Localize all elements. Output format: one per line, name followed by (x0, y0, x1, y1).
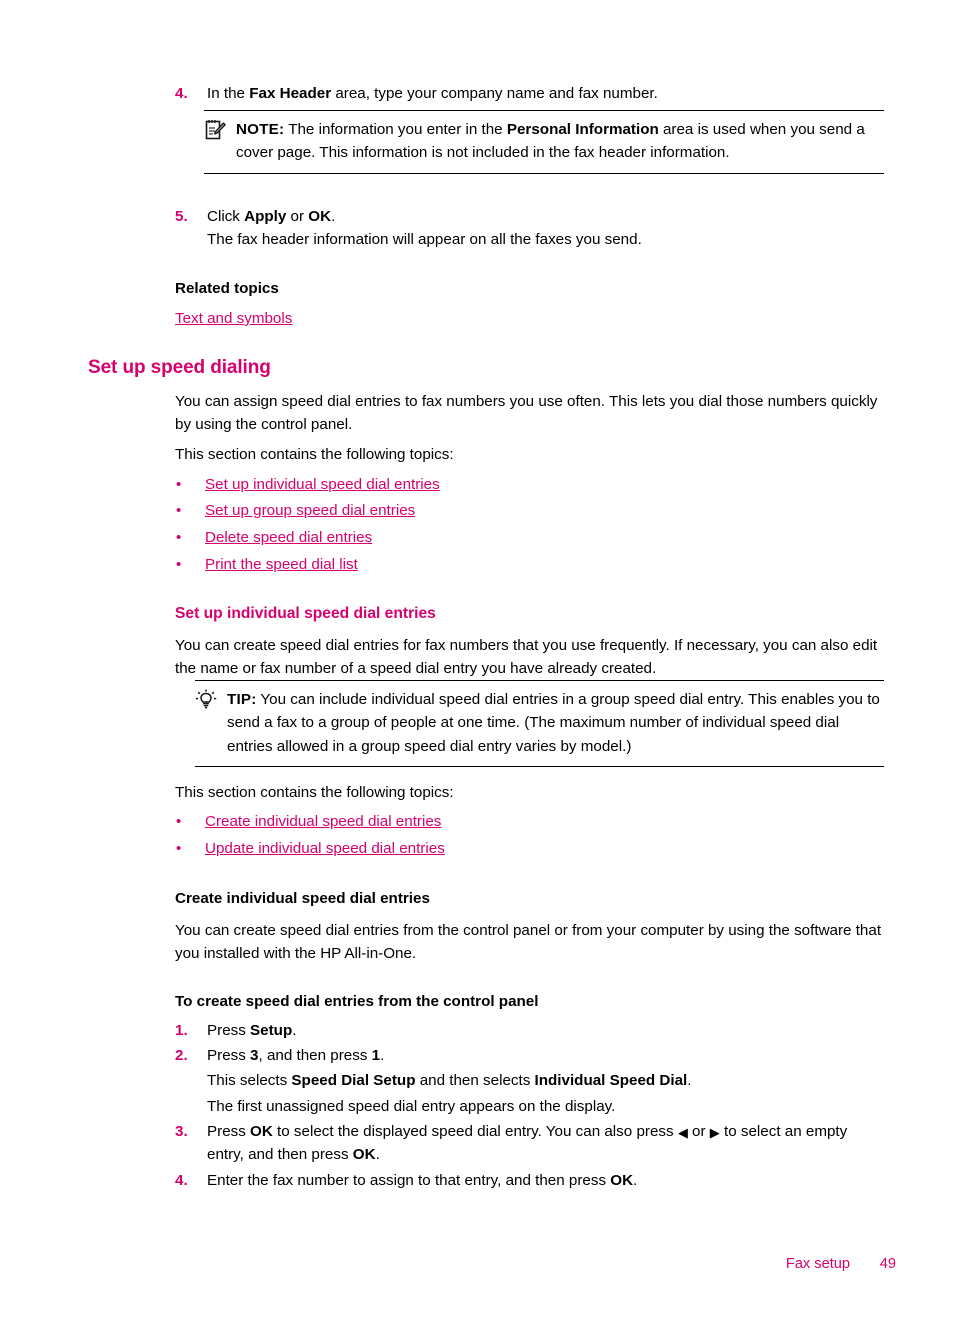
subsection-toc-lead: This section contains the following topi… (175, 784, 454, 801)
list-item: • Update individual speed dial entries (175, 837, 885, 860)
link-set-up-individual-speed-dial-entries[interactable]: Set up individual speed dial entries (205, 476, 440, 493)
step-text: Press OK to select the displayed speed d… (207, 1123, 848, 1164)
link-text-and-symbols[interactable]: Text and symbols (175, 310, 292, 327)
related-topics-heading: Related topics (175, 280, 279, 297)
step-number: 3. (175, 1123, 188, 1140)
bullet-icon: • (176, 476, 182, 493)
step-number: 4. (175, 85, 188, 102)
tip-rule-bottom (195, 766, 884, 768)
section-toc-lead: This section contains the following topi… (175, 446, 454, 463)
page-title-set-up-speed-dialing: Set up speed dialing (88, 357, 271, 378)
lightbulb-icon (195, 689, 217, 711)
step-text: Enter the fax number to assign to that e… (207, 1172, 638, 1189)
list-item: • Create individual speed dial entries (175, 810, 885, 833)
footer-page-number: 49 (879, 1256, 896, 1272)
note-body: The information you enter in the Persona… (236, 121, 865, 162)
link-update-individual-speed-dial-entries[interactable]: Update individual speed dial entries (205, 840, 445, 857)
bullet-icon: • (176, 556, 182, 573)
step-number: 5. (175, 208, 188, 225)
list-item: • Set up group speed dial entries (175, 499, 885, 522)
tip-text: TIP: You can include individual speed di… (227, 688, 884, 758)
note-admonition: NOTE: The information you enter in the P… (204, 110, 884, 174)
link-delete-speed-dial-entries[interactable]: Delete speed dial entries (205, 529, 372, 546)
tip-label: TIP: (227, 691, 257, 708)
page-footer: Fax setup 49 (0, 1256, 954, 1278)
step-item-4: 4. In the Fax Header area, type your com… (175, 82, 887, 105)
bullet-icon: • (176, 813, 182, 830)
step-number: 2. (175, 1047, 188, 1064)
section-intro-paragraph: You can assign speed dial entries to fax… (175, 393, 878, 434)
tip-admonition: TIP: You can include individual speed di… (195, 680, 884, 768)
bullet-icon: • (176, 529, 182, 546)
step-text: Press 3, and then press 1. (207, 1047, 385, 1064)
procedure-step-1: 1. Press Setup. (175, 1019, 887, 1042)
procedure-step-2-detail-a: This selects Speed Dial Setup and then s… (207, 1072, 692, 1089)
step-text: In the Fax Header area, type your compan… (207, 85, 658, 102)
step-number: 4. (175, 1172, 188, 1189)
subsection-intro-paragraph: You can create speed dial entries for fa… (175, 637, 878, 678)
note-pad-pencil-icon (204, 119, 226, 141)
step-item-5: 5. Click Apply or OK. (175, 205, 887, 228)
procedure-step-2: 2. Press 3, and then press 1. (175, 1044, 887, 1067)
subsection-heading-set-up-individual-speed-dial-entries: Set up individual speed dial entries (175, 605, 436, 622)
list-item: • Delete speed dial entries (175, 526, 885, 549)
link-create-individual-speed-dial-entries[interactable]: Create individual speed dial entries (205, 813, 441, 830)
link-print-the-speed-dial-list[interactable]: Print the speed dial list (205, 556, 358, 573)
related-topics-link-row: Text and symbols (175, 307, 885, 330)
procedure-step-3: 3. Press OK to select the displayed spee… (175, 1120, 887, 1167)
subsubsection-intro-paragraph: You can create speed dial entries from t… (175, 922, 882, 963)
note-text: NOTE: The information you enter in the P… (236, 118, 884, 165)
footer-section-label: Fax setup (785, 1256, 850, 1272)
link-set-up-group-speed-dial-entries[interactable]: Set up group speed dial entries (205, 502, 415, 519)
procedure-step-2-detail-b: The first unassigned speed dial entry ap… (207, 1098, 616, 1115)
procedure-step-4: 4. Enter the fax number to assign to tha… (175, 1169, 887, 1192)
step-text: Click Apply or OK. (207, 208, 336, 225)
procedure-heading: To create speed dial entries from the co… (175, 993, 539, 1010)
bullet-icon: • (176, 840, 182, 857)
list-item: • Set up individual speed dial entries (175, 473, 885, 496)
right-arrow-icon: ▶ (709, 1125, 720, 1140)
note-rule-bottom (204, 172, 884, 174)
tip-body: You can include individual speed dial en… (227, 691, 880, 755)
note-label: NOTE: (236, 121, 285, 138)
subsubsection-heading-create-individual-speed-dial-entries: Create individual speed dial entries (175, 890, 430, 907)
left-arrow-icon: ◀ (677, 1125, 688, 1140)
document-page: 4. In the Fax Header area, type your com… (0, 0, 954, 1321)
list-item: • Print the speed dial list (175, 553, 885, 576)
step-text: Press Setup. (207, 1022, 297, 1039)
bullet-icon: • (176, 502, 182, 519)
step-5-detail: The fax header information will appear o… (207, 231, 642, 248)
step-number: 1. (175, 1022, 188, 1039)
